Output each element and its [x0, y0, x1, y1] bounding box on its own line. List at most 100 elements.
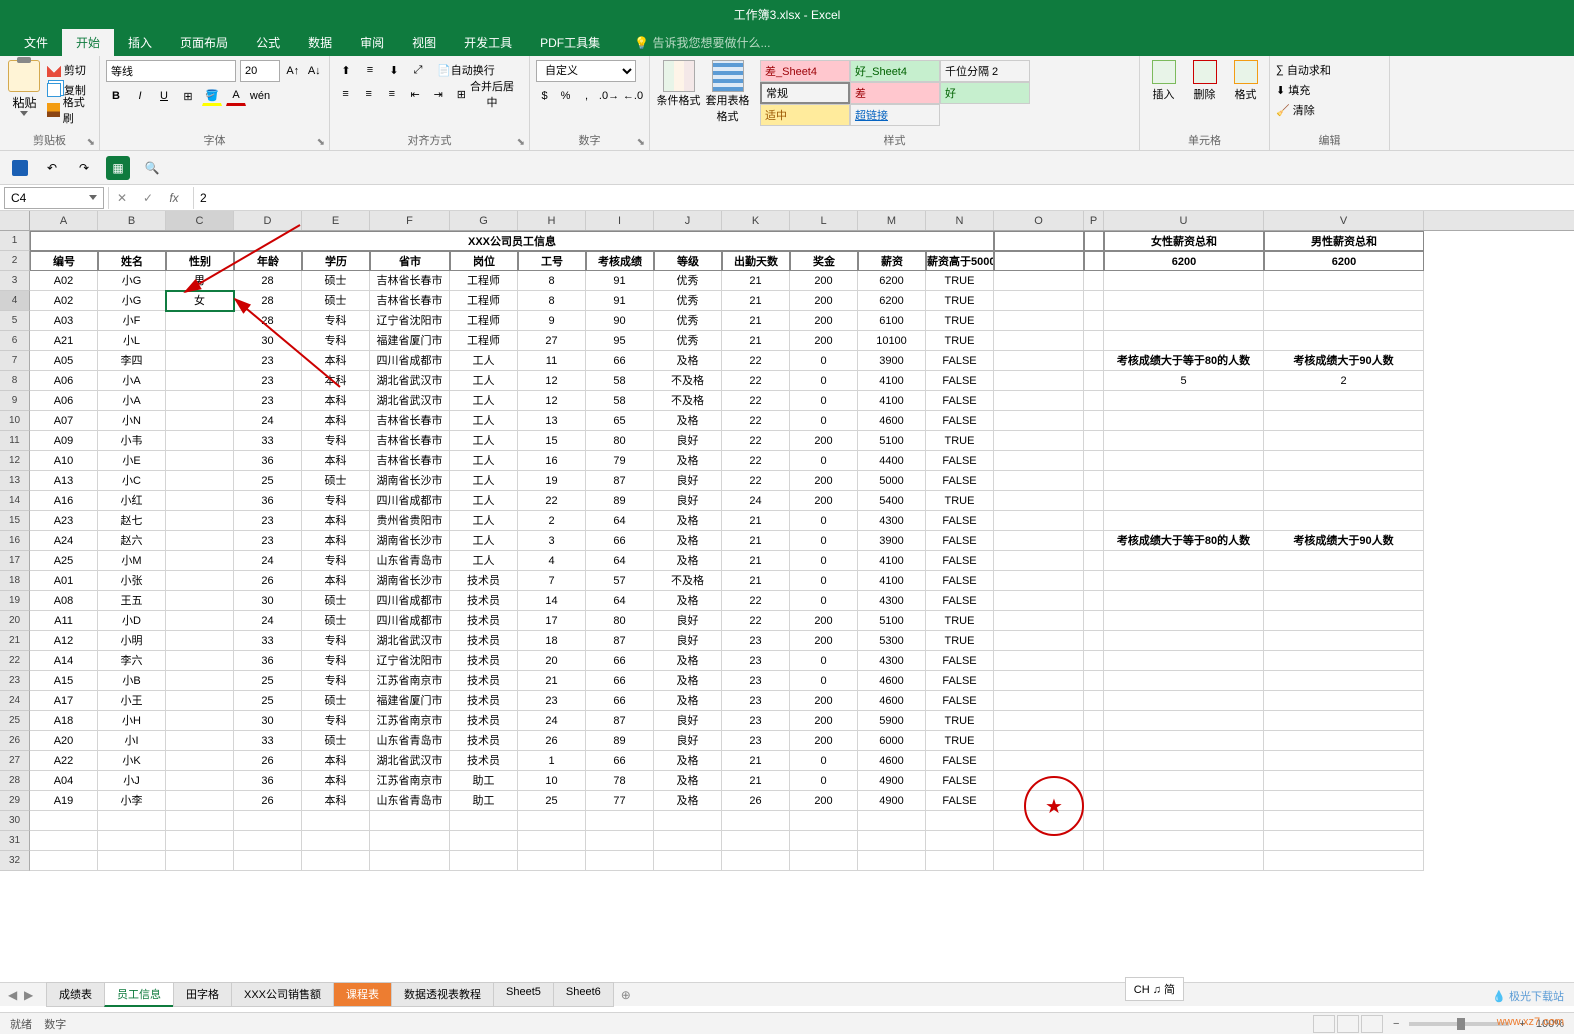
- font-color-button[interactable]: A: [226, 86, 246, 106]
- cell[interactable]: [1104, 811, 1264, 831]
- row-header[interactable]: 25: [0, 711, 30, 731]
- cell[interactable]: FALSE: [926, 471, 994, 491]
- cell[interactable]: 4600: [858, 411, 926, 431]
- cell[interactable]: 及格: [654, 791, 722, 811]
- conditional-format-button[interactable]: 条件格式: [656, 60, 701, 126]
- cell[interactable]: 21: [722, 571, 790, 591]
- cell[interactable]: 5: [1104, 371, 1264, 391]
- cell[interactable]: 硕士: [302, 691, 370, 711]
- cell[interactable]: [30, 831, 98, 851]
- column-header[interactable]: O: [994, 211, 1084, 230]
- cell[interactable]: [370, 851, 450, 871]
- cell[interactable]: 0: [790, 411, 858, 431]
- cell[interactable]: 200: [790, 711, 858, 731]
- cell[interactable]: [234, 811, 302, 831]
- cell[interactable]: [994, 331, 1084, 351]
- worksheet-grid[interactable]: ABCDEFGHIJKLMNOPUV 123456789101112131415…: [0, 211, 1574, 871]
- cell[interactable]: 福建省厦门市: [370, 331, 450, 351]
- cell[interactable]: [722, 851, 790, 871]
- cell[interactable]: A19: [30, 791, 98, 811]
- cell[interactable]: [1104, 471, 1264, 491]
- cell[interactable]: 23: [234, 371, 302, 391]
- cell[interactable]: 小F: [98, 311, 166, 331]
- cell[interactable]: 小A: [98, 371, 166, 391]
- normal-view-button[interactable]: [1313, 1015, 1335, 1033]
- cell[interactable]: 不及格: [654, 391, 722, 411]
- row-header[interactable]: 21: [0, 631, 30, 651]
- align-right-button[interactable]: ≡: [382, 84, 401, 104]
- cell[interactable]: [1084, 271, 1104, 291]
- cell[interactable]: FALSE: [926, 671, 994, 691]
- cell[interactable]: [1084, 331, 1104, 351]
- cell[interactable]: 4300: [858, 591, 926, 611]
- tab-formulas[interactable]: 公式: [242, 29, 294, 56]
- cell[interactable]: [166, 311, 234, 331]
- cell[interactable]: [1084, 251, 1104, 271]
- cell[interactable]: [1084, 791, 1104, 811]
- cell[interactable]: [166, 511, 234, 531]
- cell[interactable]: 四川省成都市: [370, 351, 450, 371]
- cell[interactable]: [1084, 371, 1104, 391]
- cell[interactable]: [994, 411, 1084, 431]
- table-title[interactable]: XXX公司员工信息: [30, 231, 994, 251]
- cell[interactable]: TRUE: [926, 491, 994, 511]
- cell[interactable]: A02: [30, 271, 98, 291]
- cell[interactable]: [1084, 591, 1104, 611]
- cell[interactable]: 4300: [858, 651, 926, 671]
- cell[interactable]: 等级: [654, 251, 722, 271]
- cell[interactable]: [1084, 411, 1104, 431]
- cell[interactable]: 21: [722, 291, 790, 311]
- cell[interactable]: [722, 831, 790, 851]
- column-header[interactable]: L: [790, 211, 858, 230]
- cell[interactable]: 57: [586, 571, 654, 591]
- cell[interactable]: 及格: [654, 591, 722, 611]
- cell[interactable]: [166, 611, 234, 631]
- cell[interactable]: [790, 811, 858, 831]
- tab-home[interactable]: 开始: [62, 29, 114, 56]
- cell[interactable]: [994, 851, 1084, 871]
- cell[interactable]: 8: [518, 291, 586, 311]
- cell[interactable]: [1104, 751, 1264, 771]
- cell[interactable]: 吉林省长春市: [370, 431, 450, 451]
- cell[interactable]: 36: [234, 451, 302, 471]
- cell[interactable]: 6100: [858, 311, 926, 331]
- cell[interactable]: [1264, 651, 1424, 671]
- style-thousand[interactable]: 千位分隔 2: [940, 60, 1030, 82]
- cell[interactable]: 0: [790, 511, 858, 531]
- cell[interactable]: 小B: [98, 671, 166, 691]
- cell[interactable]: 21: [722, 331, 790, 351]
- cell[interactable]: 湖南省长沙市: [370, 471, 450, 491]
- cell[interactable]: 小红: [98, 491, 166, 511]
- cell[interactable]: 91: [586, 271, 654, 291]
- cell[interactable]: 36: [234, 771, 302, 791]
- cell[interactable]: FALSE: [926, 391, 994, 411]
- cell[interactable]: 湖北省武汉市: [370, 371, 450, 391]
- row-header[interactable]: 31: [0, 831, 30, 851]
- row-header[interactable]: 4: [0, 291, 30, 311]
- cell[interactable]: [994, 531, 1084, 551]
- cell[interactable]: 23: [518, 691, 586, 711]
- cell[interactable]: FALSE: [926, 791, 994, 811]
- cell[interactable]: 4600: [858, 671, 926, 691]
- cell[interactable]: FALSE: [926, 531, 994, 551]
- row-header[interactable]: 8: [0, 371, 30, 391]
- cell[interactable]: 助工: [450, 771, 518, 791]
- increase-indent-button[interactable]: ⇥: [429, 84, 448, 104]
- cell[interactable]: 0: [790, 591, 858, 611]
- cell[interactable]: 22: [722, 371, 790, 391]
- cell[interactable]: 工人: [450, 351, 518, 371]
- row-header[interactable]: 26: [0, 731, 30, 751]
- cell[interactable]: FALSE: [926, 651, 994, 671]
- cell[interactable]: [1104, 671, 1264, 691]
- cancel-formula-button[interactable]: ✕: [109, 187, 135, 209]
- cell[interactable]: 64: [586, 591, 654, 611]
- cell[interactable]: 编号: [30, 251, 98, 271]
- style-bad2[interactable]: 差: [850, 82, 940, 104]
- cell[interactable]: 1: [518, 751, 586, 771]
- cell[interactable]: [166, 531, 234, 551]
- cell[interactable]: [1084, 291, 1104, 311]
- cell[interactable]: [1264, 491, 1424, 511]
- cell[interactable]: 技术员: [450, 651, 518, 671]
- cell[interactable]: 小D: [98, 611, 166, 631]
- cell[interactable]: 江苏省南京市: [370, 771, 450, 791]
